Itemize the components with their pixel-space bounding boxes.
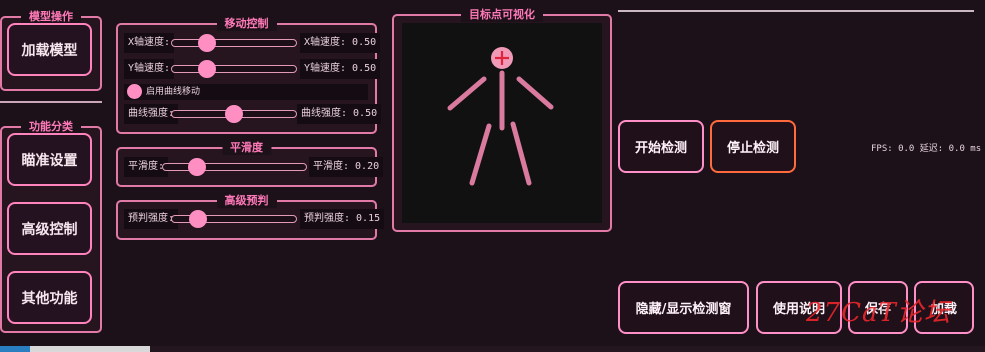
smoothing-handle[interactable] bbox=[188, 158, 206, 176]
target-visual-title: 目标点可视化 bbox=[461, 8, 543, 22]
nav-other-functions-button[interactable]: 其他功能 bbox=[7, 271, 92, 324]
x-speed-track bbox=[171, 39, 297, 47]
help-button[interactable]: 使用说明 bbox=[756, 281, 842, 334]
curve-move-toggle[interactable]: 启用曲线移动 bbox=[124, 84, 368, 100]
y-speed-track bbox=[171, 65, 297, 73]
curve-toggle-indicator[interactable] bbox=[127, 84, 142, 99]
target-canvas bbox=[402, 23, 602, 223]
save-button[interactable]: 保存 bbox=[848, 281, 908, 334]
top-right-divider bbox=[618, 10, 974, 12]
nav-advanced-control-button[interactable]: 高级控制 bbox=[7, 202, 92, 255]
func-category-title: 功能分类 bbox=[21, 120, 81, 134]
y-speed-handle[interactable] bbox=[198, 60, 216, 78]
fps-latency-readout: FPS: 0.0 延迟: 0.0 ms bbox=[871, 144, 982, 154]
toggle-detection-window-button[interactable]: 隐藏/显示检测窗 bbox=[618, 281, 749, 334]
curve-strength-slider[interactable] bbox=[171, 104, 297, 124]
stop-detection-button[interactable]: 停止检测 bbox=[710, 120, 796, 173]
skeleton-left-leg bbox=[469, 123, 492, 186]
model-ops-title: 模型操作 bbox=[21, 10, 81, 24]
divider bbox=[0, 101, 102, 103]
load-model-button[interactable]: 加载模型 bbox=[7, 23, 92, 76]
y-speed-value: Y轴速度: 0.50 bbox=[300, 59, 381, 79]
skeleton-right-leg bbox=[510, 121, 532, 186]
prediction-title: 高级预判 bbox=[216, 194, 277, 208]
x-speed-handle[interactable] bbox=[198, 34, 216, 52]
curve-toggle-label: 启用曲线移动 bbox=[146, 87, 201, 97]
prediction-value: 预判强度: 0.15 bbox=[300, 209, 385, 229]
start-detection-button[interactable]: 开始检测 bbox=[618, 120, 704, 173]
smoothing-value: 平滑度: 0.20 bbox=[309, 157, 384, 177]
smoothing-title: 平滑度 bbox=[222, 141, 271, 155]
prediction-slider[interactable] bbox=[171, 209, 297, 229]
curve-strength-handle[interactable] bbox=[225, 105, 243, 123]
smoothing-track bbox=[162, 163, 307, 171]
curve-strength-value: 曲线强度: 0.50 bbox=[297, 104, 382, 124]
x-speed-value: X轴速度: 0.50 bbox=[300, 33, 381, 53]
x-speed-label: X轴速度: bbox=[124, 33, 175, 53]
y-speed-label: Y轴速度: bbox=[124, 59, 175, 79]
move-control-title: 移动控制 bbox=[216, 17, 277, 31]
skeleton-left-arm bbox=[447, 76, 487, 111]
x-speed-slider[interactable] bbox=[171, 33, 297, 53]
y-speed-slider[interactable] bbox=[171, 59, 297, 79]
load-button[interactable]: 加载 bbox=[914, 281, 974, 334]
smoothing-slider[interactable] bbox=[162, 157, 307, 177]
skeleton-right-arm bbox=[516, 76, 554, 110]
curve-strength-label: 曲线强度: bbox=[124, 104, 179, 124]
bottom-strip-accent bbox=[0, 346, 30, 352]
nav-aim-settings-button[interactable]: 瞄准设置 bbox=[7, 133, 92, 186]
bottom-strip bbox=[0, 346, 985, 352]
skeleton-figure bbox=[447, 47, 554, 186]
prediction-label: 预判强度: bbox=[124, 209, 179, 229]
bottom-strip-light bbox=[30, 346, 150, 352]
prediction-handle[interactable] bbox=[189, 210, 207, 228]
